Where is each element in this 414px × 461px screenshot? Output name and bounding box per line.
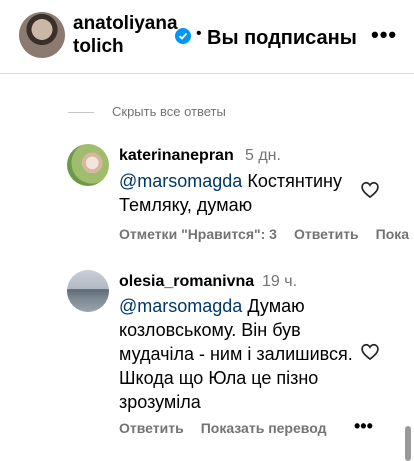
more-options-button[interactable]: ••• [371,22,397,48]
comment-time: 5 дн. [245,147,281,164]
post-header: anatoliyana tolich • Вы подписаны ••• [0,0,414,74]
username-line-2: tolich [73,36,124,57]
comment-more-button[interactable]: ••• [354,416,373,437]
author-avatar[interactable] [19,12,65,58]
commenter-username[interactable]: katerinanepran [119,147,234,165]
author-username[interactable]: anatoliyana tolich [73,12,178,58]
show-translation-button[interactable]: Показать перевод [201,420,327,436]
commenter-avatar[interactable] [67,144,109,186]
replies-divider [68,112,94,113]
commenter-avatar[interactable] [67,270,109,312]
mention-link[interactable]: @marsomagda [119,296,242,316]
comment-text: @marsomagda Костянтину Темляку, думаю [119,169,359,217]
separator-dot: • [196,25,202,42]
username-line-1: anatoliyana [73,13,178,34]
scrollbar-thumb[interactable] [405,426,411,461]
extra-action[interactable]: Пока [376,226,409,242]
reply-button[interactable]: Ответить [119,420,184,436]
comment-actions: Ответить Показать перевод [119,420,343,436]
mention-link[interactable]: @marsomagda [119,171,242,191]
like-heart-icon[interactable] [360,342,380,362]
verified-badge-icon [175,28,191,44]
comment-text: @marsomagda Думаю козловському. Він був … [119,294,359,414]
comment-actions: Отметки "Нравится": 3 Ответить Пока [119,226,414,242]
subscribed-button[interactable]: Вы подписаны [207,25,357,51]
reply-button[interactable]: Ответить [294,226,359,242]
hide-all-replies-button[interactable]: Скрыть все ответы [112,104,226,119]
like-heart-icon[interactable] [360,180,380,200]
likes-count[interactable]: Отметки "Нравится": 3 [119,226,277,242]
commenter-username[interactable]: olesia_romanivna [119,273,254,291]
comment-time: 19 ч. [262,273,298,290]
